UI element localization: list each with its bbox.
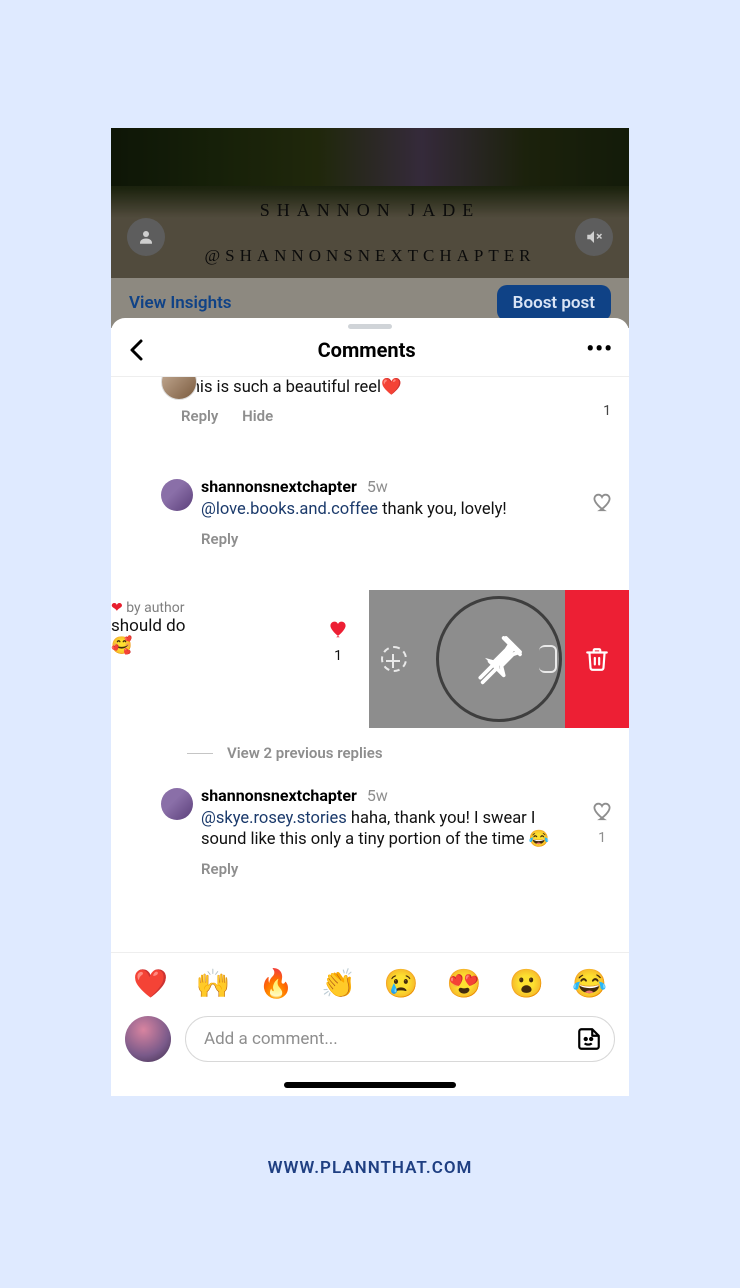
avatar[interactable] bbox=[161, 788, 193, 820]
reply-button[interactable]: Reply bbox=[201, 860, 569, 878]
like-column: 1 bbox=[603, 377, 611, 419]
emoji-hands[interactable]: 🙌 bbox=[196, 967, 231, 1000]
reply-button[interactable]: Reply bbox=[181, 407, 218, 425]
mention-link[interactable]: @skye.rosey.stories bbox=[201, 809, 347, 828]
emoji-wow[interactable]: 😮 bbox=[509, 967, 544, 1000]
sticker-icon[interactable] bbox=[576, 1026, 602, 1052]
reply-header: shannonsnextchapter 5w bbox=[201, 477, 569, 496]
heart-filled-icon[interactable] bbox=[327, 618, 349, 640]
delete-comment-button[interactable] bbox=[565, 590, 629, 728]
reply-item: shannonsnextchapter 5w @skye.rosey.stori… bbox=[111, 786, 629, 884]
add-to-highlight-icon[interactable] bbox=[381, 646, 407, 672]
reply-username[interactable]: shannonsnextchapter bbox=[201, 786, 357, 805]
swiped-comment-content: ❤ by author should do 🥰 1 bbox=[111, 590, 369, 728]
comments-sheet: Comments ••• This is such a beautiful re… bbox=[111, 318, 629, 1096]
view-previous-replies[interactable]: View 2 previous replies bbox=[111, 728, 629, 772]
reply-body: @skye.rosey.stories haha, thank you! I s… bbox=[201, 808, 569, 850]
comment-actions: Reply Hide bbox=[181, 407, 615, 425]
reply-item: shannonsnextchapter 5w @love.books.and.c… bbox=[111, 477, 629, 554]
trash-icon bbox=[584, 644, 610, 674]
like-column: 1 bbox=[327, 618, 349, 664]
pin-icon bbox=[471, 631, 527, 687]
emoji-fire[interactable]: 🔥 bbox=[258, 967, 293, 1000]
reply-button[interactable]: Reply bbox=[201, 530, 569, 548]
boost-post-button[interactable]: Boost post bbox=[497, 285, 611, 321]
comment-input[interactable]: Add a comment... bbox=[185, 1016, 615, 1062]
back-button[interactable] bbox=[127, 338, 147, 362]
comment-placeholder: Add a comment... bbox=[204, 1029, 338, 1049]
more-options-button[interactable]: ••• bbox=[586, 337, 613, 362]
comments-scroll[interactable]: This is such a beautiful reel❤️ 1 Reply … bbox=[111, 376, 629, 952]
mention-link[interactable]: @love.books.and.coffee bbox=[201, 500, 378, 519]
divider-line bbox=[187, 753, 213, 754]
view-insights-link[interactable]: View Insights bbox=[129, 293, 232, 313]
my-avatar[interactable] bbox=[125, 1016, 171, 1062]
composer: ❤️ 🙌 🔥 👏 😢 😍 😮 😂 Add a comment... bbox=[111, 952, 629, 1096]
comment-text: This is such a beautiful reel❤️ bbox=[181, 378, 402, 397]
like-count: 1 bbox=[327, 648, 349, 664]
reply-header: shannonsnextchapter 5w bbox=[201, 786, 569, 805]
swiped-comment: ❤ by author should do 🥰 1 bbox=[111, 590, 629, 728]
like-column: 1 bbox=[591, 800, 613, 846]
avatar[interactable] bbox=[161, 479, 193, 511]
phone-frame: SHANNON JADE @SHANNONSNEXTCHAPTER View I… bbox=[111, 128, 629, 1096]
home-indicator bbox=[284, 1082, 456, 1088]
reply-time: 5w bbox=[367, 786, 388, 805]
emoji-laugh[interactable]: 😂 bbox=[572, 967, 607, 1000]
page-footer-url: WWW.PLANNTHAT.COM bbox=[0, 1158, 740, 1178]
sheet-header: Comments ••• bbox=[111, 329, 629, 376]
mute-icon-button[interactable] bbox=[575, 218, 613, 256]
emoji-cry[interactable]: 😢 bbox=[384, 967, 419, 1000]
heart-outline-icon[interactable] bbox=[591, 800, 613, 822]
reply-body: @love.books.and.coffee thank you, lovely… bbox=[201, 499, 569, 520]
emoji-heart[interactable]: ❤️ bbox=[133, 967, 168, 1000]
reply-username[interactable]: shannonsnextchapter bbox=[201, 477, 357, 496]
emoji-clap[interactable]: 👏 bbox=[321, 967, 356, 1000]
composer-row: Add a comment... bbox=[111, 1010, 629, 1076]
dim-overlay: View Insights Boost post bbox=[111, 128, 629, 328]
like-button[interactable] bbox=[591, 491, 613, 517]
liked-by-author: ❤ by author bbox=[111, 600, 369, 616]
like-count: 1 bbox=[591, 830, 613, 846]
reply-time: 5w bbox=[367, 477, 388, 496]
profile-icon-button[interactable] bbox=[127, 218, 165, 256]
pin-comment-button[interactable] bbox=[436, 596, 562, 722]
sheet-title: Comments bbox=[318, 338, 416, 362]
hide-button[interactable]: Hide bbox=[242, 407, 273, 425]
emoji-heart-eyes[interactable]: 😍 bbox=[447, 967, 482, 1000]
like-count: 1 bbox=[603, 403, 611, 419]
emoji-quick-row: ❤️ 🙌 🔥 👏 😢 😍 😮 😂 bbox=[111, 953, 629, 1010]
